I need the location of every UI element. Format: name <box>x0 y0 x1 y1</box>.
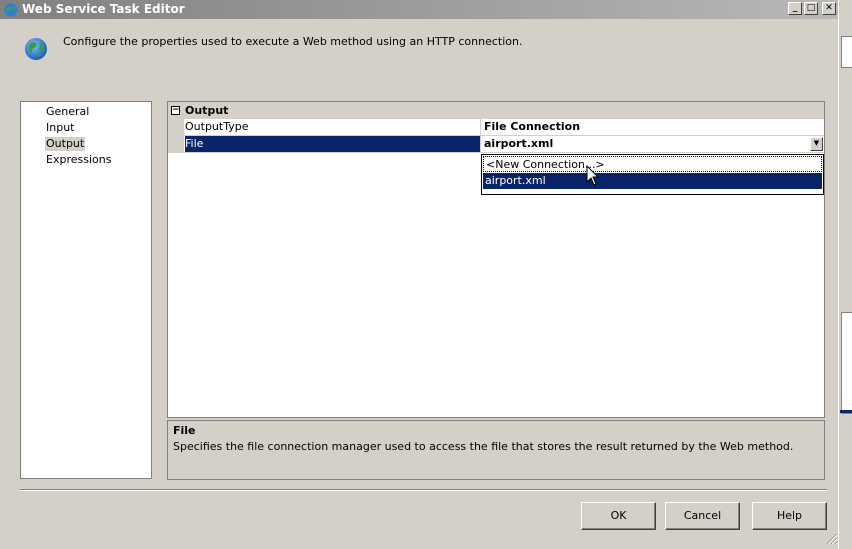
property-grid: − Output OutputType File Connection File… <box>167 101 825 418</box>
globe-icon <box>4 3 18 17</box>
background-window-part <box>841 36 852 68</box>
ok-button[interactable]: OK <box>581 502 656 530</box>
category-row-output[interactable]: − Output <box>168 102 824 119</box>
separator <box>20 489 827 491</box>
property-row-file[interactable]: File airport.xml ▼ <box>168 136 824 153</box>
dropdown-option-airport-xml[interactable]: airport.xml <box>483 173 822 189</box>
nav-item-general[interactable]: General <box>45 105 90 119</box>
category-label: Output <box>185 104 229 117</box>
minimize-button[interactable]: _ <box>788 2 802 15</box>
nav-item-input[interactable]: Input <box>45 121 75 135</box>
help-button[interactable]: Help <box>752 502 827 530</box>
nav-panel: General Input Output Expressions <box>20 101 152 479</box>
background-window-highlight <box>840 410 852 413</box>
close-button[interactable]: ✕ <box>822 2 836 15</box>
description-title: File <box>173 424 196 437</box>
property-row-outputtype[interactable]: OutputType File Connection <box>168 119 824 136</box>
nav-item-expressions[interactable]: Expressions <box>45 153 112 167</box>
background-window-edge <box>838 0 852 549</box>
maximize-button[interactable]: □ <box>804 2 818 15</box>
window-title: Web Service Task Editor <box>22 2 185 16</box>
mouse-cursor-icon <box>586 164 600 187</box>
property-name: OutputType <box>185 120 249 133</box>
cancel-button[interactable]: Cancel <box>665 502 740 530</box>
collapse-icon[interactable]: − <box>171 106 180 115</box>
description-panel: File Specifies the file connection manag… <box>167 420 825 480</box>
header-description: Configure the properties used to execute… <box>63 35 523 48</box>
property-value[interactable]: File Connection <box>481 119 824 135</box>
property-name: File <box>185 136 481 152</box>
globe-icon <box>24 37 48 61</box>
title-bar[interactable]: Web Service Task Editor _ □ ✕ <box>0 0 838 19</box>
dropdown-option-new-connection[interactable]: <New Connection...> <box>483 156 822 172</box>
file-dropdown-list: <New Connection...> airport.xml <box>481 154 824 195</box>
resize-grip-icon[interactable] <box>826 533 838 545</box>
file-value-combobox[interactable]: airport.xml <box>481 136 824 152</box>
nav-item-output[interactable]: Output <box>45 137 86 151</box>
description-text: Specifies the file connection manager us… <box>173 440 794 453</box>
dropdown-arrow-icon[interactable]: ▼ <box>810 137 823 151</box>
background-window-part <box>841 312 852 414</box>
